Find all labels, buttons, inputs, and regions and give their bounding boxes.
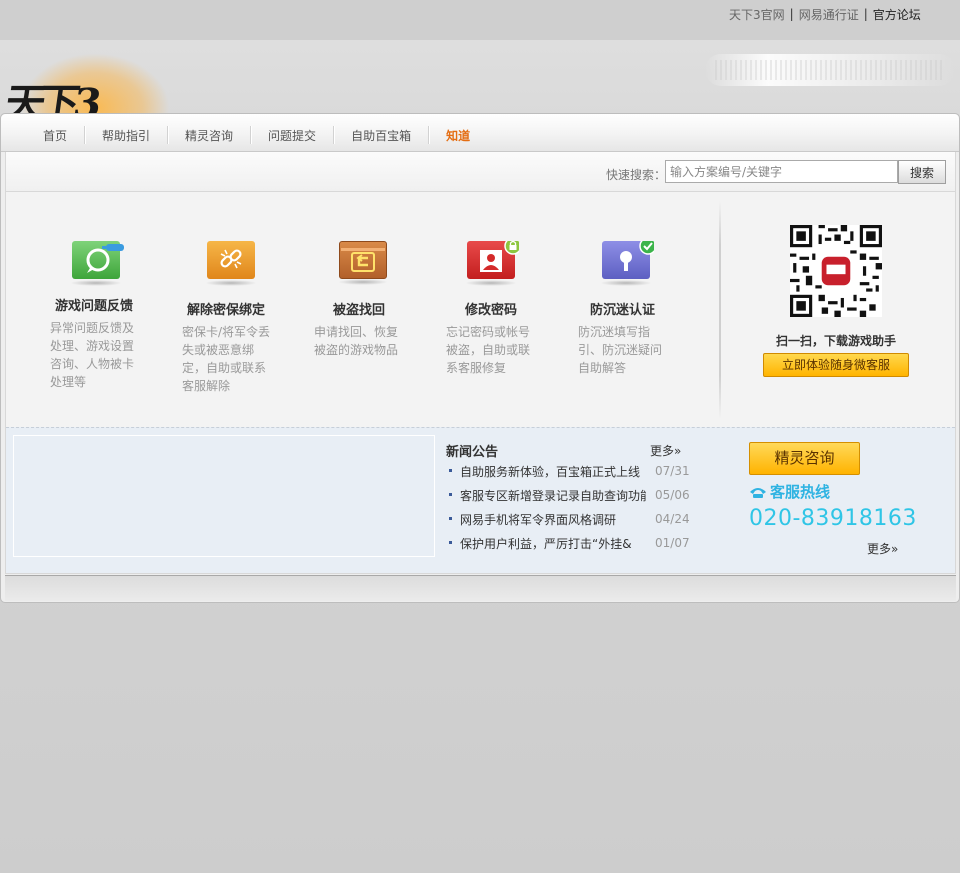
search-label: 快速搜索： xyxy=(606,168,667,182)
service-desc: 忘记密码或帐号被盗，自助或联系客服修复 xyxy=(446,325,531,375)
micro-service-button[interactable]: 立即体验随身微客服 xyxy=(763,353,909,377)
icon-glyph xyxy=(220,249,242,269)
news-text: 网易手机将军令界面风格调研 xyxy=(460,513,617,527)
service-desc: 申请找回、恢复被盗的游戏物品 xyxy=(314,325,399,357)
nav-item-knowledge[interactable]: 知道 xyxy=(429,125,487,145)
hotline-text: 客服热线 xyxy=(770,483,831,501)
news-text: 保护用户利益，严厉打击“外挂& xyxy=(460,537,632,551)
news-item[interactable]: 自助服务新体验，百宝箱正式上线 07/31 xyxy=(448,463,690,487)
nav-item-submit[interactable]: 问题提交 xyxy=(251,125,335,145)
nav-label: 首页 xyxy=(43,128,68,143)
bullet-icon xyxy=(449,517,452,520)
service-title: 被盗找回 xyxy=(333,303,386,318)
service-desc: 异常问题反馈及处理、游戏设置咨询、人物被卡处理等 xyxy=(50,321,135,389)
bullet-icon xyxy=(449,541,452,544)
news-text: 自助服务新体验，百宝箱正式上线 xyxy=(460,465,641,479)
top-links: 天下3官网 | 网易通行证 | 官方论坛 xyxy=(729,6,921,22)
nav-item-consult[interactable]: 精灵咨询 xyxy=(168,125,252,145)
header-decoration xyxy=(705,54,955,86)
news-date: 05/06 xyxy=(655,488,690,502)
icon-glyph xyxy=(341,248,385,272)
double-chevron-icon: » xyxy=(891,542,899,556)
banner-area[interactable] xyxy=(13,435,435,557)
news-item[interactable]: 保护用户利益，严厉打击“外挂& 01/07 xyxy=(448,535,690,559)
link-passport[interactable]: 网易通行证 xyxy=(799,6,859,23)
double-chevron-icon: » xyxy=(674,444,682,458)
service-list: 游戏问题反馈 异常问题反馈及处理、游戏设置咨询、人物被卡处理等 解除密保绑定 密… xyxy=(6,193,718,393)
icon-glyph xyxy=(480,241,519,272)
news-date: 04/24 xyxy=(655,512,690,526)
news-title: 新闻公告 xyxy=(446,445,499,460)
nav-item-help[interactable]: 帮助指引 xyxy=(85,125,169,145)
service-desc: 密保卡/将军令丢失或被恶意绑定，自助或联系客服解除 xyxy=(182,325,271,393)
nav-item-home[interactable]: 首页 xyxy=(26,125,86,145)
chat-feedback-icon xyxy=(70,241,124,286)
main-frame: 首页 帮助指引 精灵咨询 问题提交 自助百宝箱 知道 快速搜索： 搜索 xyxy=(0,113,960,603)
hotline-number: 020-83918163 xyxy=(749,506,917,531)
section-divider xyxy=(719,201,721,419)
qr-caption: 扫一扫，下载游戏助手 xyxy=(776,334,897,348)
news-list: 自助服务新体验，百宝箱正式上线 07/31 客服专区新增登录记录自助查询功能 05/… xyxy=(448,463,690,559)
service-title: 防沉迷认证 xyxy=(590,303,656,318)
icon-glyph xyxy=(86,244,124,273)
nav-item-toolbox[interactable]: 自助百宝箱 xyxy=(334,125,430,145)
link-forum[interactable]: 官方论坛 xyxy=(873,6,921,23)
content-panel: 快速搜索： 搜索 游戏问题反馈 异常问题反馈及处理、游戏设置咨询、人物被卡处理等 xyxy=(5,152,956,574)
side-more-link[interactable]: 更多» xyxy=(867,540,898,557)
link-separator: | xyxy=(863,7,868,21)
nav-label: 帮助指引 xyxy=(102,128,151,143)
main-nav: 首页 帮助指引 精灵咨询 问题提交 自助百宝箱 知道 xyxy=(1,114,959,152)
news-date: 07/31 xyxy=(655,464,690,478)
nav-label: 知道 xyxy=(446,128,471,143)
search-bar: 快速搜索： 搜索 xyxy=(6,152,955,192)
box-return-icon xyxy=(338,241,391,285)
news-item[interactable]: 客服专区新增登录记录自助查询功能 05/06 xyxy=(448,487,690,511)
link-separator: | xyxy=(789,7,794,21)
nav-label: 问题提交 xyxy=(268,128,317,143)
news-date: 01/07 xyxy=(655,536,690,550)
nav-label: 自助百宝箱 xyxy=(351,128,412,143)
bullet-icon xyxy=(449,493,452,496)
footer-strip xyxy=(5,575,956,601)
keyhole-check-icon xyxy=(600,241,654,286)
unlink-icon xyxy=(205,241,259,286)
service-title: 修改密码 xyxy=(465,303,518,318)
spirit-consult-button[interactable]: 精灵咨询 xyxy=(749,442,860,475)
service-title: 游戏问题反馈 xyxy=(55,299,134,314)
user-lock-icon xyxy=(465,241,519,286)
search-button[interactable]: 搜索 xyxy=(898,160,946,184)
more-label: 更多 xyxy=(650,444,675,458)
service-desc: 防沉迷填写指引、防沉迷疑问自助解答 xyxy=(578,325,663,375)
bottom-section: 新闻公告 更多» 自助服务新体验，百宝箱正式上线 07/31 客服专区新增登录记录… xyxy=(6,427,955,573)
more-label: 更多 xyxy=(867,542,892,556)
search-input[interactable] xyxy=(665,160,898,183)
hotline-label: 客服热线 xyxy=(749,481,830,502)
phone-icon xyxy=(750,487,766,498)
news-text: 客服专区新增登录记录自助查询功能 xyxy=(460,489,646,503)
icon-glyph xyxy=(620,241,654,271)
news-item[interactable]: 网易手机将军令界面风格调研 04/24 xyxy=(448,511,690,535)
news-more-link[interactable]: 更多» xyxy=(650,442,681,459)
bullet-icon xyxy=(449,469,452,472)
nav-label: 精灵咨询 xyxy=(185,128,234,143)
link-official-site[interactable]: 天下3官网 xyxy=(729,6,785,23)
qr-code-icon xyxy=(790,225,882,317)
service-title: 解除密保绑定 xyxy=(187,303,266,318)
